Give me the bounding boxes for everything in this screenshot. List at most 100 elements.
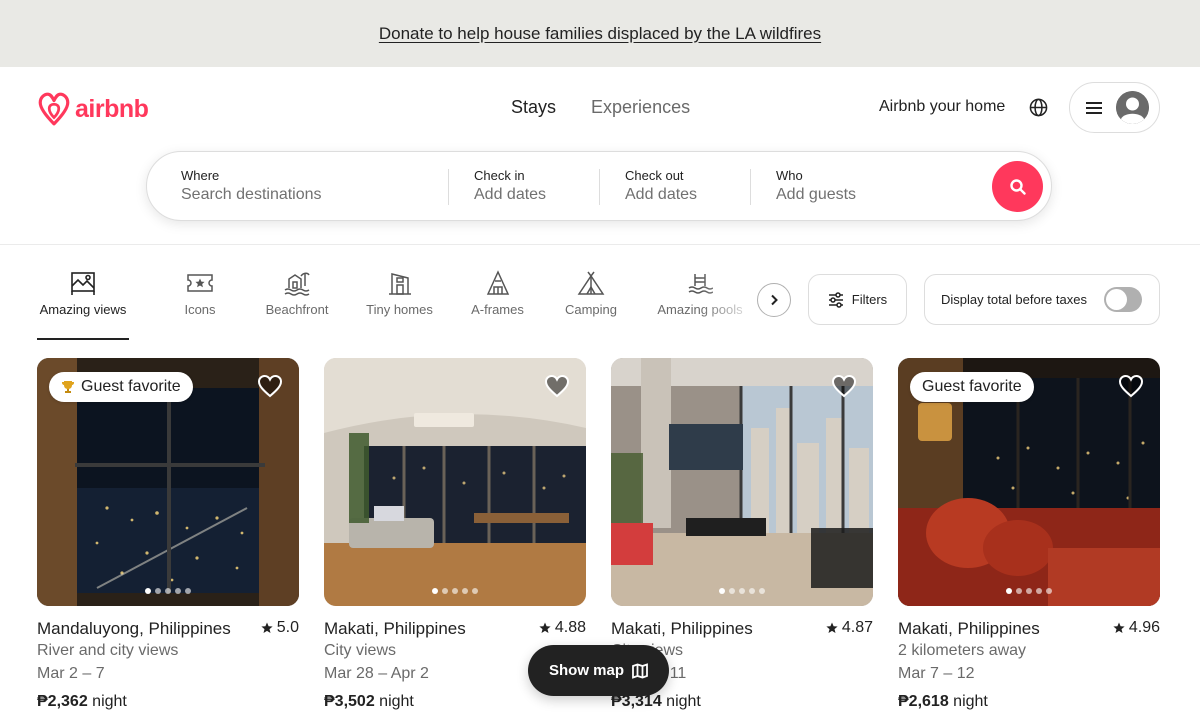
icons-icon [187,274,213,292]
pagination-dot [1036,588,1042,594]
listing-photo[interactable] [611,358,873,606]
donation-banner: Donate to help house families displaced … [0,0,1200,67]
listing-price: ₱2,362 night [37,693,127,711]
search-divider [750,169,751,205]
pagination-dot [1046,588,1052,594]
search-divider [599,169,600,205]
pagination-dot [462,588,468,594]
listing-photo[interactable] [324,358,586,606]
price-amount: ₱3,502 [324,693,375,710]
listing-subtitle: City views [324,642,397,659]
filters-label: Filters [851,292,888,307]
pagination-dot [719,588,725,594]
price-unit: night [379,693,414,710]
search-icon [1009,178,1026,195]
globe-icon[interactable] [1029,98,1048,117]
category-tiny-homes[interactable]: Tiny homes [365,270,434,317]
listing-price: ₱2,618 night [898,693,988,711]
where-input[interactable]: Search destinations [181,186,322,204]
listing-dates: Mar 2 – 7 [37,665,105,682]
category-a-frames[interactable]: A-frames [469,270,526,317]
listing-photo[interactable]: Guest favorite [898,358,1160,606]
camping-icon [577,271,605,295]
pagination-dot [432,588,438,594]
pagination-dot [452,588,458,594]
user-menu-button[interactable] [1069,82,1160,133]
pagination-dot [749,588,755,594]
guest-favorite-badge: Guest favorite [49,372,193,402]
listing-card[interactable]: Makati, Philippines 4.88 City views Mar … [324,358,586,710]
trophy-icon [62,381,74,393]
listing-subtitle: 2 kilometers away [898,642,1027,659]
listing-card[interactable]: Makati, Philippines 4.87 City views Mar … [611,358,873,710]
star-icon [261,622,273,633]
price-amount: ₱2,362 [37,693,88,710]
heart-icon[interactable] [544,374,570,398]
pagination-dot [1016,588,1022,594]
heart-icon[interactable] [257,374,283,398]
pagination-dot [1026,588,1032,594]
tax-toggle-container: Display total before taxes [924,274,1160,325]
tax-toggle-switch[interactable] [1104,287,1142,312]
search-button[interactable] [992,161,1043,212]
badge-label: Guest favorite [922,378,1022,395]
listing-card[interactable]: Guest favorite Makati, Philippines 4.96 … [898,358,1160,710]
rating-value: 5.0 [276,619,299,636]
listing-title: Makati, Philippines [611,619,753,638]
who-field[interactable]: Who Add guests [776,168,856,204]
airbnb-logo[interactable]: airbnb [37,91,149,127]
category-beachfront[interactable]: Beachfront [263,270,331,317]
category-camping[interactable]: Camping [563,270,619,317]
category-icons[interactable]: Icons [183,270,217,317]
listing-card[interactable]: Guest favorite Mandaluyong, Philippines … [37,358,299,710]
show-map-label: Show map [548,662,624,679]
listing-photo[interactable]: Guest favorite [37,358,299,606]
check-in-field[interactable]: Check in Add dates [474,168,546,204]
map-icon [632,662,648,679]
tab-experiences[interactable]: Experiences [591,97,690,118]
price-amount: ₱2,618 [898,693,949,710]
tab-stays[interactable]: Stays [511,97,556,118]
pagination-dot [185,588,191,594]
price-unit: night [666,693,701,710]
pagination-dot [155,588,161,594]
search-bar: Where Search destinations Check in Add d… [146,151,1052,221]
category-label: Beachfront [265,302,329,317]
photo-pagination [37,588,299,594]
category-label: Camping [564,302,618,317]
filters-button[interactable]: Filters [808,274,907,325]
check-in-value: Add dates [474,186,547,203]
airbnb-your-home-link[interactable]: Airbnb your home [879,98,1005,116]
check-out-field[interactable]: Check out Add dates [625,168,697,204]
where-field[interactable]: Where Search destinations [181,168,322,204]
pagination-dot [442,588,448,594]
photo-pagination [898,588,1160,594]
price-unit: night [92,693,127,710]
a-frames-icon [486,270,509,295]
tiny-homes-icon [388,273,411,295]
amazing-views-icon [71,272,95,295]
nav-tabs: Stays Experiences [511,97,690,118]
category-amazing-views[interactable]: Amazing views [37,270,129,340]
show-map-button[interactable]: Show map [528,645,669,696]
category-bar: Amazing views Icons Beachfront Tiny home… [0,270,1200,342]
rating-value: 4.87 [841,619,873,636]
pagination-dot [175,588,181,594]
donation-link[interactable]: Donate to help house families displaced … [379,24,821,44]
tax-toggle-knob [1106,289,1127,310]
guest-favorite-badge: Guest favorite [910,372,1034,402]
badge-label: Guest favorite [81,378,181,395]
listing-price: ₱3,502 night [324,693,414,711]
chevron-right-icon [771,294,778,306]
category-label: Amazing views [39,302,127,317]
heart-icon[interactable] [831,374,857,398]
listing-dates: Mar 28 – Apr 2 [324,665,429,682]
price-unit: night [953,693,988,710]
pagination-dot [472,588,478,594]
check-in-label: Check in [474,168,525,183]
category-next-button[interactable] [757,283,791,317]
logo-text: airbnb [75,94,149,123]
heart-icon[interactable] [1118,374,1144,398]
tax-toggle-label: Display total before taxes [941,292,1087,307]
beachfront-icon [284,272,310,296]
